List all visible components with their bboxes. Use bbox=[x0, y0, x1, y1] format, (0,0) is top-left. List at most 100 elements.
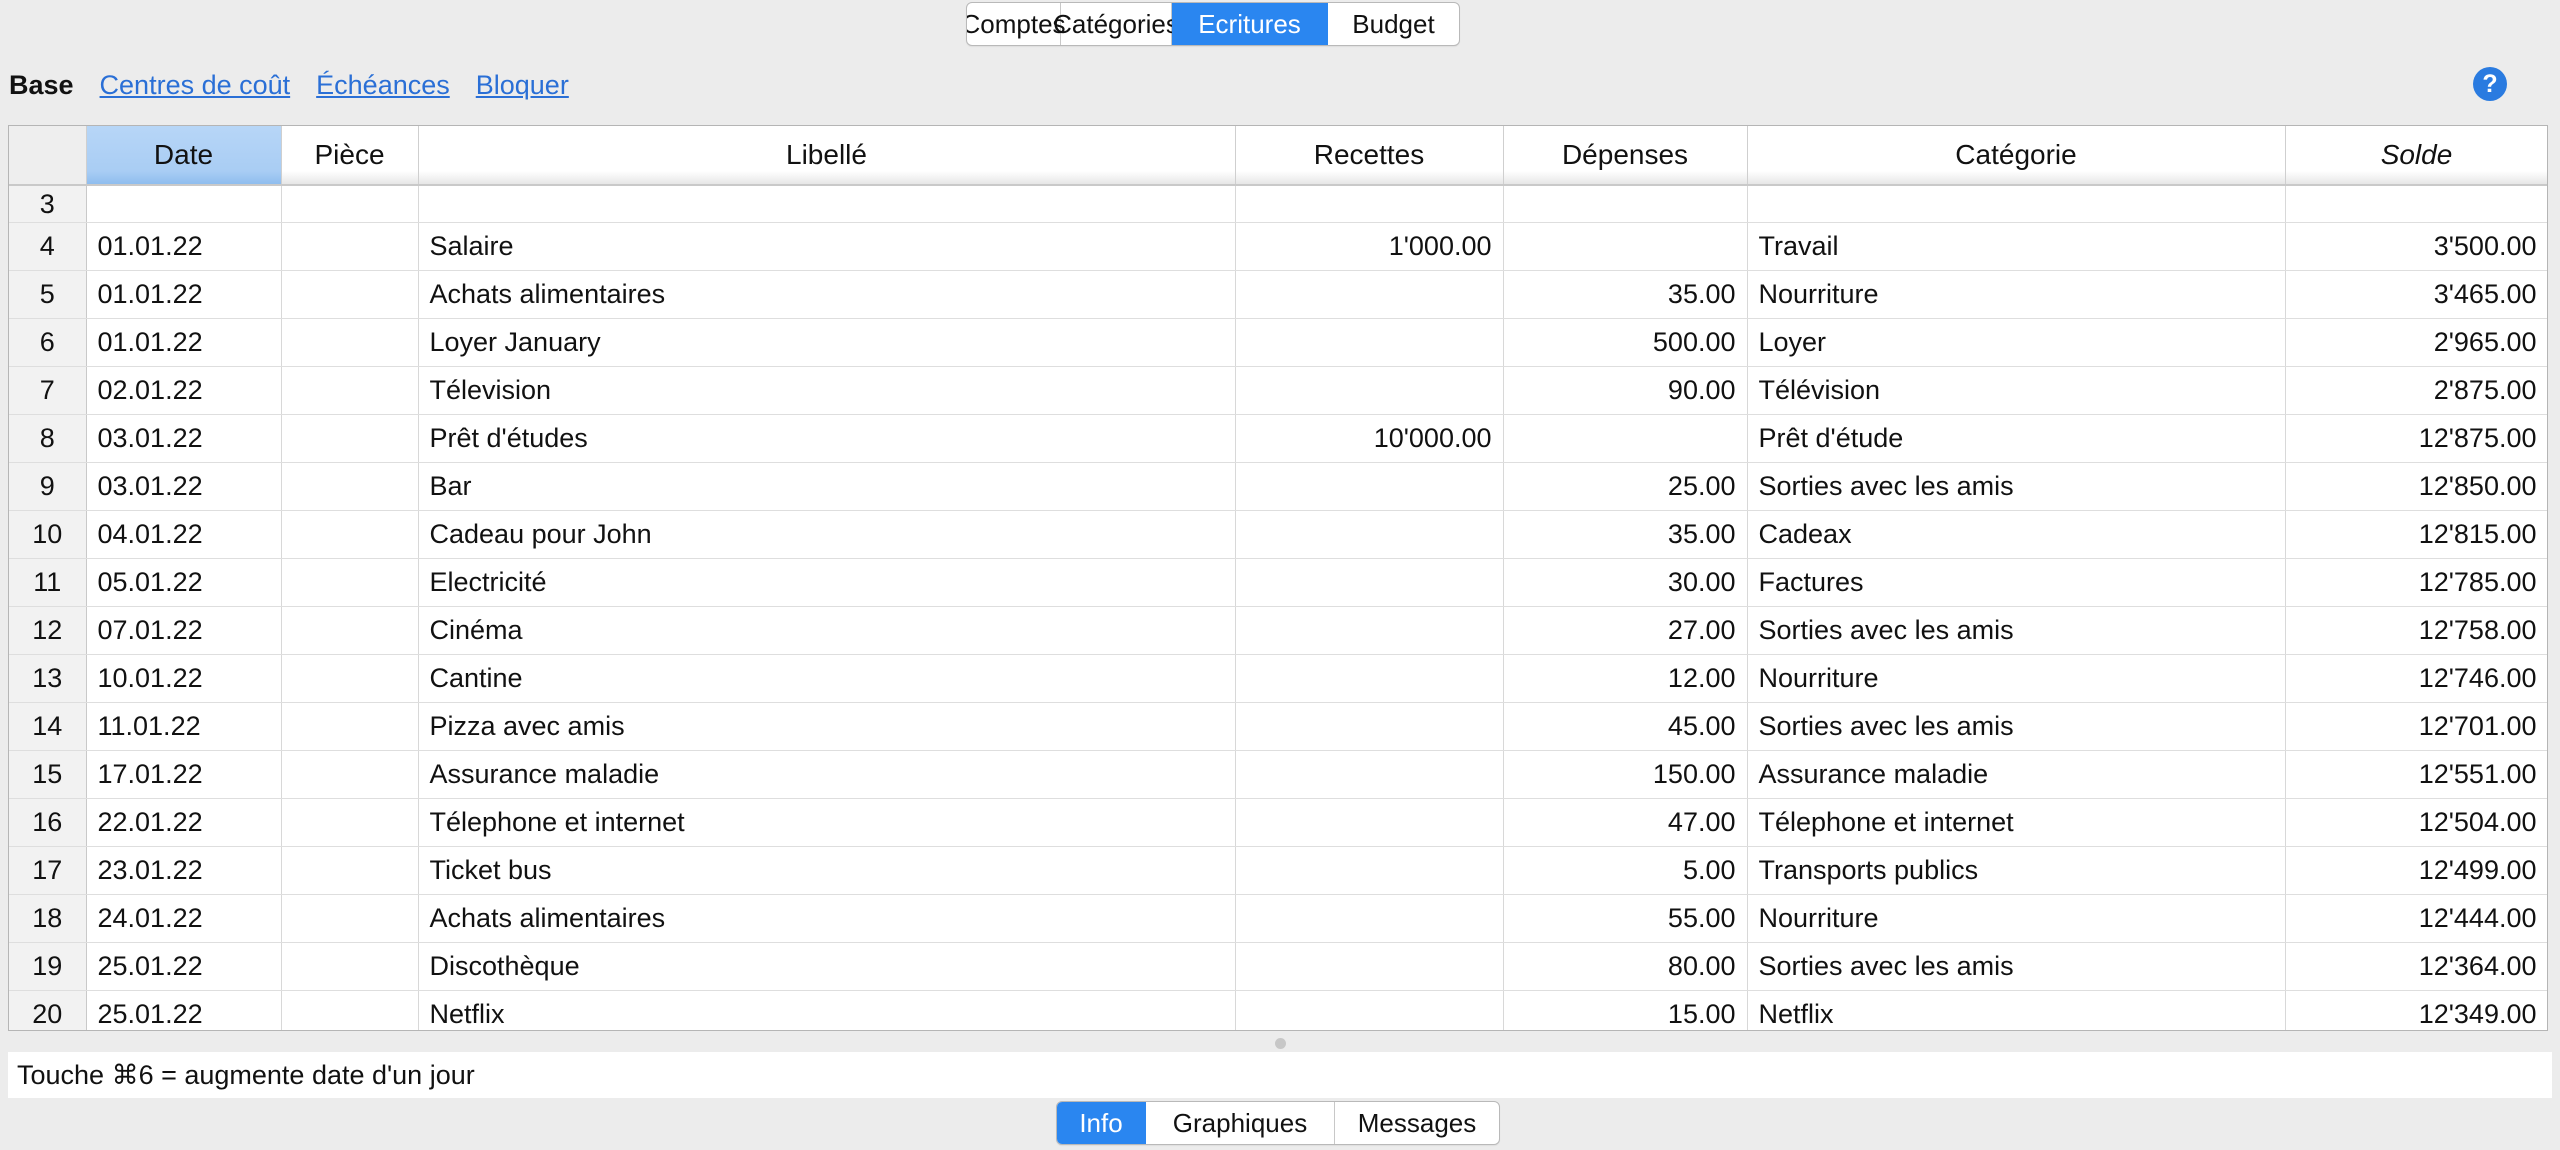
cell-solde[interactable]: 3'500.00 bbox=[2285, 222, 2547, 271]
row-number[interactable]: 8 bbox=[9, 414, 87, 463]
header-corner[interactable] bbox=[9, 126, 87, 186]
row-number[interactable]: 5 bbox=[9, 270, 87, 319]
row-number[interactable]: 12 bbox=[9, 606, 87, 655]
cell-recettes[interactable] bbox=[1235, 510, 1504, 559]
cell-piece[interactable] bbox=[281, 894, 419, 943]
cell-categorie[interactable]: Sorties avec les amis bbox=[1747, 942, 2286, 991]
cell-categorie[interactable]: Sorties avec les amis bbox=[1747, 462, 2286, 511]
cell-date[interactable]: 03.01.22 bbox=[86, 414, 282, 463]
cell-solde[interactable]: 3'465.00 bbox=[2285, 270, 2547, 319]
column-header-piece[interactable]: Pièce bbox=[281, 126, 419, 186]
cell-categorie[interactable]: Prêt d'étude bbox=[1747, 414, 2286, 463]
cell-recettes[interactable] bbox=[1235, 894, 1504, 943]
cell-date[interactable]: 22.01.22 bbox=[86, 798, 282, 847]
cell-categorie[interactable]: Cadeax bbox=[1747, 510, 2286, 559]
tab-info[interactable]: Info bbox=[1057, 1102, 1146, 1144]
tab-messages[interactable]: Messages bbox=[1335, 1102, 1499, 1144]
subtab-bloquer[interactable]: Bloquer bbox=[476, 70, 569, 101]
cell-recettes[interactable] bbox=[1235, 798, 1504, 847]
cell-solde[interactable]: 12'701.00 bbox=[2285, 702, 2547, 751]
cell-piece[interactable] bbox=[281, 798, 419, 847]
cell-categorie[interactable]: Nourriture bbox=[1747, 894, 2286, 943]
cell-categorie[interactable] bbox=[1747, 185, 2286, 223]
cell-recettes[interactable] bbox=[1235, 606, 1504, 655]
row-number[interactable]: 18 bbox=[9, 894, 87, 943]
cell-recettes[interactable] bbox=[1235, 462, 1504, 511]
cell-categorie[interactable]: Factures bbox=[1747, 558, 2286, 607]
cell-solde[interactable]: 12'499.00 bbox=[2285, 846, 2547, 895]
tab-categories[interactable]: Catégories bbox=[1053, 3, 1179, 45]
cell-libelle[interactable]: Netflix bbox=[418, 990, 1236, 1030]
table-row[interactable]: 18 24.01.22 Achats alimentaires 55.00 Nourri… bbox=[9, 894, 2547, 943]
cell-depenses[interactable]: 35.00 bbox=[1503, 270, 1748, 319]
cell-libelle[interactable]: Télephone et internet bbox=[418, 798, 1236, 847]
row-number[interactable]: 20 bbox=[9, 990, 87, 1030]
cell-depenses[interactable]: 45.00 bbox=[1503, 702, 1748, 751]
cell-solde[interactable]: 12'504.00 bbox=[2285, 798, 2547, 847]
cell-piece[interactable] bbox=[281, 846, 419, 895]
row-number[interactable]: 10 bbox=[9, 510, 87, 559]
cell-date[interactable]: 10.01.22 bbox=[86, 654, 282, 703]
table-row[interactable]: 12 07.01.22 Cinéma 27.00 Sorties avec les am… bbox=[9, 606, 2547, 655]
row-number[interactable]: 16 bbox=[9, 798, 87, 847]
cell-recettes[interactable] bbox=[1235, 702, 1504, 751]
cell-solde[interactable]: 12'746.00 bbox=[2285, 654, 2547, 703]
row-number[interactable]: 13 bbox=[9, 654, 87, 703]
cell-recettes[interactable] bbox=[1235, 942, 1504, 991]
column-header-solde[interactable]: Solde bbox=[2285, 126, 2547, 186]
cell-libelle[interactable]: Prêt d'études bbox=[418, 414, 1236, 463]
cell-libelle[interactable]: Bar bbox=[418, 462, 1236, 511]
cell-date[interactable]: 05.01.22 bbox=[86, 558, 282, 607]
cell-categorie[interactable]: Assurance maladie bbox=[1747, 750, 2286, 799]
cell-solde[interactable]: 12'850.00 bbox=[2285, 462, 2547, 511]
cell-depenses[interactable]: 150.00 bbox=[1503, 750, 1748, 799]
cell-piece[interactable] bbox=[281, 702, 419, 751]
cell-date[interactable]: 07.01.22 bbox=[86, 606, 282, 655]
cell-piece[interactable] bbox=[281, 750, 419, 799]
cell-date[interactable]: 25.01.22 bbox=[86, 990, 282, 1030]
cell-depenses[interactable]: 80.00 bbox=[1503, 942, 1748, 991]
cell-recettes[interactable]: 1'000.00 bbox=[1235, 222, 1504, 271]
table-row[interactable]: 11 05.01.22 Electricité 30.00 Factures 12'785… bbox=[9, 558, 2547, 607]
cell-solde[interactable]: 12'444.00 bbox=[2285, 894, 2547, 943]
table-row[interactable]: 10 04.01.22 Cadeau pour John 35.00 Cadeax 12'… bbox=[9, 510, 2547, 559]
cell-solde[interactable]: 12'815.00 bbox=[2285, 510, 2547, 559]
cell-piece[interactable] bbox=[281, 366, 419, 415]
cell-libelle[interactable]: Achats alimentaires bbox=[418, 270, 1236, 319]
column-header-depenses[interactable]: Dépenses bbox=[1503, 126, 1748, 186]
cell-recettes[interactable] bbox=[1235, 270, 1504, 319]
cell-depenses[interactable]: 55.00 bbox=[1503, 894, 1748, 943]
cell-piece[interactable] bbox=[281, 185, 419, 223]
row-number[interactable]: 4 bbox=[9, 222, 87, 271]
subtab-centres-de-cout[interactable]: Centres de coût bbox=[100, 70, 291, 101]
cell-solde[interactable]: 2'965.00 bbox=[2285, 318, 2547, 367]
cell-solde[interactable]: 2'875.00 bbox=[2285, 366, 2547, 415]
tab-comptes[interactable]: Comptes bbox=[967, 3, 1066, 45]
cell-libelle[interactable]: Cadeau pour John bbox=[418, 510, 1236, 559]
help-icon[interactable]: ? bbox=[2473, 67, 2507, 101]
cell-libelle[interactable]: Cantine bbox=[418, 654, 1236, 703]
cell-libelle[interactable] bbox=[418, 185, 1236, 223]
cell-depenses[interactable]: 30.00 bbox=[1503, 558, 1748, 607]
cell-piece[interactable] bbox=[281, 270, 419, 319]
cell-depenses[interactable] bbox=[1503, 185, 1748, 223]
cell-categorie[interactable]: Sorties avec les amis bbox=[1747, 702, 2286, 751]
cell-recettes[interactable] bbox=[1235, 558, 1504, 607]
splitter-handle[interactable] bbox=[1275, 1038, 1286, 1049]
table-row[interactable]: 5 01.01.22 Achats alimentaires 35.00 Nourrit… bbox=[9, 270, 2547, 319]
cell-libelle[interactable]: Salaire bbox=[418, 222, 1236, 271]
row-number[interactable]: 19 bbox=[9, 942, 87, 991]
cell-libelle[interactable]: Cinéma bbox=[418, 606, 1236, 655]
cell-date[interactable] bbox=[86, 185, 282, 223]
cell-depenses[interactable]: 5.00 bbox=[1503, 846, 1748, 895]
tab-ecritures[interactable]: Ecritures bbox=[1172, 3, 1328, 45]
table-row[interactable]: 7 02.01.22 Télevision 90.00 Télévision 2'875.… bbox=[9, 366, 2547, 415]
cell-categorie[interactable]: Télephone et internet bbox=[1747, 798, 2286, 847]
cell-depenses[interactable]: 90.00 bbox=[1503, 366, 1748, 415]
cell-solde[interactable]: 12'758.00 bbox=[2285, 606, 2547, 655]
cell-recettes[interactable] bbox=[1235, 990, 1504, 1030]
cell-date[interactable]: 11.01.22 bbox=[86, 702, 282, 751]
tab-budget[interactable]: Budget bbox=[1328, 3, 1459, 45]
cell-recettes[interactable] bbox=[1235, 654, 1504, 703]
cell-depenses[interactable]: 27.00 bbox=[1503, 606, 1748, 655]
